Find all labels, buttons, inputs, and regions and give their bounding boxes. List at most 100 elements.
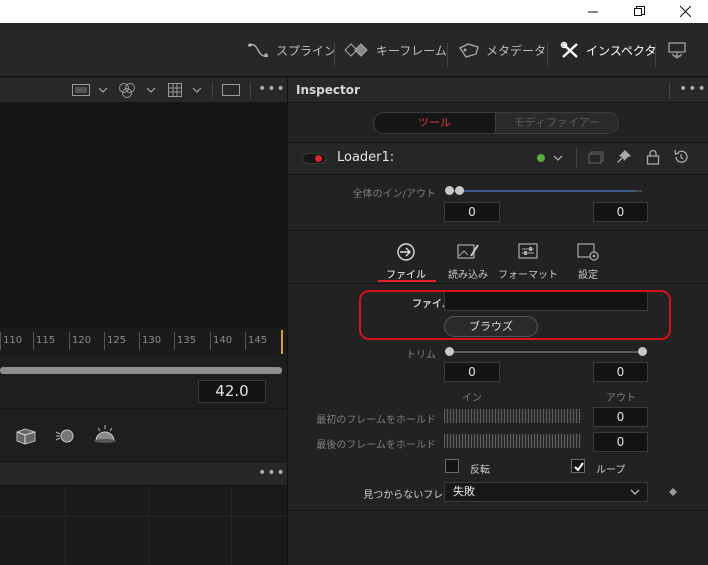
spot-light-icon[interactable]	[92, 423, 118, 445]
global-out-handle[interactable]	[455, 186, 464, 195]
section-divider	[288, 230, 708, 231]
hold-last-label: 最後のフレームをホールド	[316, 440, 436, 451]
viewer-header: •••	[0, 78, 287, 103]
inspector-panel: Inspector ••• ツール モディファイアー Loader1: 全体のイ…	[287, 78, 708, 565]
keyframe-button[interactable]: キーフレーム	[344, 23, 447, 77]
current-time-field[interactable]: 42.0	[198, 380, 266, 403]
playhead-marker[interactable]	[281, 330, 283, 354]
page-toolbar: スプライン キーフレーム メタデータ インスペクタ	[0, 23, 708, 77]
inspector-header: Inspector •••	[288, 78, 708, 103]
metadata-button[interactable]: メタデータ	[458, 23, 546, 77]
ruler-tick: 125	[104, 332, 126, 350]
ruler-tick: 130	[139, 332, 161, 350]
bottom-panel-area[interactable]	[0, 486, 287, 565]
grid-line	[231, 486, 232, 565]
timeline-ruler[interactable]: 110 115 120 125 130 135 140 145	[0, 328, 287, 356]
grid-line	[65, 486, 66, 565]
reset-icon[interactable]	[673, 149, 689, 165]
grid-icon[interactable]	[168, 83, 182, 97]
header-divider	[576, 148, 577, 168]
header-divider	[212, 82, 213, 99]
chevron-down-icon[interactable]	[146, 87, 156, 94]
tab-settings[interactable]: 設定	[558, 234, 618, 284]
inspector-title: Inspector	[296, 83, 360, 97]
ruler-tick: 110	[0, 332, 22, 350]
tab-settings-label: 設定	[578, 270, 598, 281]
metadata-label: メタデータ	[486, 43, 547, 58]
trim-slider[interactable]	[450, 351, 642, 353]
toolbar-divider	[447, 43, 448, 67]
section-divider	[288, 283, 708, 284]
grid-line	[148, 486, 149, 565]
chevron-down-icon[interactable]	[553, 155, 563, 162]
chevron-down-icon[interactable]	[192, 87, 202, 94]
viewer-layout-icon[interactable]	[222, 84, 240, 96]
inspector-label: インスペクタ	[586, 43, 657, 58]
global-in-field[interactable]: 0	[444, 202, 500, 222]
hold-last-field[interactable]: 0	[593, 432, 648, 452]
bottom-panel-options-icon[interactable]: •••	[258, 465, 286, 481]
hold-first-slider[interactable]	[444, 409, 582, 423]
checkmark-icon	[574, 462, 584, 472]
trim-in-caption: イン	[462, 393, 482, 404]
tab-format-label: フォーマット	[498, 270, 558, 281]
time-scrub-bar[interactable]	[0, 367, 282, 374]
tab-format[interactable]: フォーマット	[498, 234, 558, 284]
missing-frames-value: 失敗	[453, 485, 475, 498]
metadata-tag-icon	[459, 43, 479, 58]
restore-icon	[633, 6, 645, 16]
node-color-dot-icon[interactable]	[537, 154, 545, 162]
tab-modifiers[interactable]: モディファイアー	[495, 112, 619, 134]
inspector-tools-icon	[560, 41, 578, 58]
image-edit-icon	[457, 244, 479, 259]
pin-icon[interactable]	[616, 149, 632, 165]
loop-label: ループ	[596, 465, 626, 476]
toolbar-divider	[547, 43, 548, 67]
keyframe-label: キーフレーム	[376, 43, 447, 58]
tab-tools[interactable]: ツール	[373, 112, 496, 134]
3d-box-icon[interactable]	[14, 427, 38, 445]
global-in-handle[interactable]	[445, 186, 454, 195]
display-icon[interactable]	[72, 84, 90, 96]
window-title-bar	[0, 0, 708, 23]
close-button[interactable]	[662, 0, 708, 23]
viewer-tools-row	[0, 408, 287, 460]
reverse-label: 反転	[470, 465, 490, 476]
tab-import[interactable]: 読み込み	[438, 234, 498, 284]
light-bulb-icon[interactable]	[54, 427, 78, 445]
node-enable-toggle[interactable]	[302, 153, 326, 164]
trim-out-handle[interactable]	[638, 347, 647, 356]
missing-frames-select[interactable]: 失敗	[444, 482, 648, 502]
trim-label: トリム	[406, 350, 436, 361]
global-inout-range	[463, 190, 635, 192]
color-channels-icon[interactable]	[118, 82, 136, 98]
keyframe-diamond-icon[interactable]	[668, 487, 678, 497]
minimize-button[interactable]	[570, 0, 616, 23]
toolbar-divider	[334, 43, 335, 67]
chevron-down-icon[interactable]	[98, 87, 108, 94]
trim-in-handle[interactable]	[445, 347, 454, 356]
grid-line	[0, 516, 287, 517]
fullscreen-inspector-button[interactable]	[667, 23, 693, 77]
reverse-checkbox[interactable]	[445, 459, 459, 473]
ruler-tick: 115	[33, 332, 55, 350]
ruler-tick: 135	[174, 332, 196, 350]
restore-button[interactable]	[616, 0, 662, 23]
hold-last-slider[interactable]	[444, 434, 582, 448]
lock-icon[interactable]	[646, 149, 660, 165]
spline-icon	[247, 43, 269, 58]
tab-file[interactable]: ファイル	[376, 234, 436, 284]
hold-first-field[interactable]: 0	[593, 407, 648, 427]
global-out-field[interactable]: 0	[593, 202, 648, 222]
trim-in-field[interactable]: 0	[444, 362, 500, 382]
trim-out-field[interactable]: 0	[593, 362, 648, 382]
close-icon	[679, 6, 691, 17]
spline-button[interactable]: スプライン	[246, 23, 336, 77]
loop-checkbox[interactable]	[571, 459, 585, 473]
inspector-options-icon[interactable]: •••	[679, 81, 707, 97]
viewer-canvas[interactable]	[0, 103, 287, 328]
versions-icon[interactable]	[588, 150, 604, 164]
inspector-toolbar-button[interactable]: インスペクタ	[560, 23, 656, 77]
toggle-red-dot-icon	[315, 155, 322, 162]
viewer-options-icon[interactable]: •••	[258, 81, 286, 97]
